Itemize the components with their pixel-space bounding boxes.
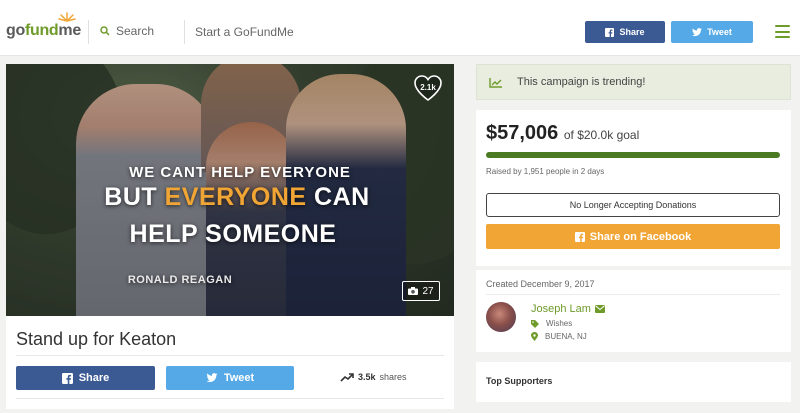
trending-arrow-icon (340, 372, 354, 382)
donation-goal-card: $57,006 of $20.0k goal Raised by 1,951 p… (476, 110, 791, 266)
organizer-avatar[interactable] (486, 302, 516, 332)
divider (16, 355, 444, 356)
hero-quote-line2: BUT EVERYONE CAN (104, 183, 370, 211)
organizer-name: Joseph Lam (531, 303, 591, 315)
camera-icon (408, 287, 419, 295)
photo-count-badge[interactable]: 27 (402, 281, 440, 301)
header-tweet-label: Tweet (707, 27, 732, 37)
campaign-hero-image[interactable]: WE CANT HELP EVERYONE BUT EVERYONE CAN H… (6, 64, 454, 316)
heart-count-badge[interactable]: 2.1k (413, 74, 443, 102)
goal-progress-bar (486, 152, 780, 158)
top-supporters-card: Top Supporters (476, 362, 791, 402)
tweet-label: Tweet (223, 372, 255, 384)
share-on-facebook-button[interactable]: Share on Facebook (486, 224, 780, 249)
search-label: Search (116, 24, 155, 38)
organizer-location: BUENA, NJ (531, 332, 587, 341)
share-on-facebook-label: Share on Facebook (589, 230, 692, 243)
start-gofundme-link[interactable]: Start a GoFundMe (195, 25, 294, 39)
header-tweet-button[interactable]: Tweet (671, 21, 753, 43)
shares-number: 3.5k (358, 372, 376, 382)
hamburger-menu-icon[interactable] (775, 25, 790, 38)
share-label: Share (78, 372, 110, 384)
raised-amount: $57,006 of $20.0k goal (486, 122, 640, 144)
campaign-title: Stand up for Keaton (16, 329, 177, 349)
trending-chart-icon (489, 77, 502, 88)
header-divider (88, 20, 89, 44)
top-header: gofundme Search Start a GoFundMe Share T… (0, 0, 800, 56)
facebook-icon (605, 27, 615, 37)
logo-go: go (6, 22, 25, 39)
hero-quote-attribution: RONALD REAGAN (127, 274, 233, 286)
organizer-card: Created December 9, 2017 Joseph Lam Wish… (476, 270, 791, 352)
facebook-icon (574, 231, 585, 242)
twitter-icon (692, 27, 703, 36)
top-supporters-heading: Top Supporters (486, 376, 553, 386)
search-icon (100, 26, 110, 36)
organizer-category: Wishes (531, 319, 572, 328)
header-facebook-share-button[interactable]: Share (585, 21, 665, 43)
facebook-icon (61, 372, 73, 384)
hero-quote-line1: WE CANT HELP EVERYONE (129, 164, 351, 181)
photo-count: 27 (422, 285, 434, 297)
logo-fund: fund (24, 22, 59, 39)
header-share-label: Share (619, 27, 645, 37)
organizer-category-text: Wishes (546, 319, 573, 328)
trending-banner: This campaign is trending! (476, 64, 791, 100)
no-longer-accepting-button[interactable]: No Longer Accepting Donations (486, 193, 780, 217)
gofundme-logo[interactable]: gofundme (6, 12, 81, 40)
shares-label: shares (379, 372, 407, 382)
heart-count: 2.1k (420, 83, 436, 92)
campaign-card: WE CANT HELP EVERYONE BUT EVERYONE CAN H… (6, 64, 454, 409)
search-link[interactable]: Search (100, 24, 154, 38)
tag-icon (531, 319, 539, 328)
organizer-name-link[interactable]: Joseph Lam (531, 303, 605, 315)
header-divider (184, 20, 185, 44)
divider (16, 398, 444, 399)
logo-me: me (58, 22, 81, 39)
hero-quote-line3: HELP SOMEONE (129, 220, 337, 248)
created-date: Created December 9, 2017 (486, 279, 595, 289)
organizer-location-text: BUENA, NJ (545, 332, 587, 341)
envelope-icon[interactable] (594, 305, 605, 313)
raised-by-text: Raised by 1,951 people in 2 days (486, 167, 605, 176)
twitter-icon (206, 373, 218, 382)
facebook-share-button[interactable]: Share (16, 366, 155, 390)
trending-text: This campaign is trending! (517, 76, 646, 88)
goal-text: of $20.0k goal (563, 128, 640, 142)
map-pin-icon (531, 332, 538, 341)
shares-count: 3.5k shares (340, 372, 407, 382)
tweet-button[interactable]: Tweet (166, 366, 294, 390)
divider (486, 294, 780, 295)
logo-sun-icon (58, 12, 76, 22)
